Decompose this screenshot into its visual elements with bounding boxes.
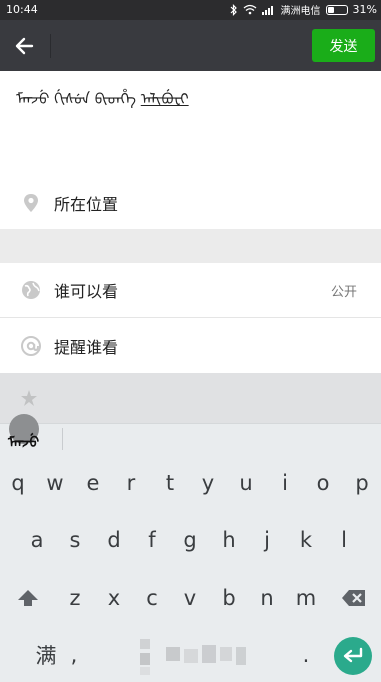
key-x[interactable]: x	[96, 570, 132, 626]
backspace-key[interactable]	[336, 570, 372, 626]
key-j[interactable]: j	[249, 512, 285, 568]
key-d[interactable]: d	[96, 512, 132, 568]
key-z[interactable]: z	[57, 570, 93, 626]
section-gap	[0, 229, 381, 263]
key-a[interactable]: a	[19, 512, 55, 568]
candidate-word[interactable]: ᠮᠠᠨᠵᡠ	[8, 428, 39, 452]
key-q[interactable]: q	[0, 455, 36, 511]
battery-percent: 31%	[352, 3, 377, 16]
send-button[interactable]: 发送	[312, 29, 375, 62]
remind-label: 提醒谁看	[54, 337, 119, 357]
carrier-name: 满洲电信	[280, 6, 321, 17]
shift-icon	[18, 590, 38, 606]
composed-text-part2: ᠠᠯᡳᠪᡠᡶᡳ	[140, 90, 189, 108]
nav-bar: 发送	[0, 20, 381, 71]
key-c[interactable]: c	[134, 570, 170, 626]
key-row-3: z x c v b n m	[0, 570, 381, 626]
key-t[interactable]: t	[152, 455, 188, 511]
period-key[interactable]: .	[288, 627, 324, 682]
enter-button[interactable]	[334, 637, 372, 675]
key-r[interactable]: r	[113, 455, 149, 511]
key-g[interactable]: g	[172, 512, 208, 568]
key-row-2: a s d f g h j k l	[0, 512, 381, 568]
compose-text-area[interactable]: ᠮᠠᠨᠵᡠ ᡤᡳᠰᡠᠨ ᠪᡳᡨᡥᡝ ᠠᠯᡳᠪᡠᡶᡳ	[0, 71, 381, 176]
composed-text: ᠮᠠᠨᠵᡠ ᡤᡳᠰᡠᠨ ᠪᡳᡨᡥᡝ ᠠᠯᡳᠪᡠᡶᡳ	[16, 83, 189, 109]
composed-text-part1: ᠮᠠᠨᠵᡠ ᡤᡳᠰᡠᠨ ᠪᡳᡨᡥᡝ	[16, 90, 136, 108]
privacy-value: 公开	[330, 284, 357, 300]
back-button[interactable]	[10, 31, 40, 61]
bluetooth-icon	[230, 3, 237, 16]
nav-divider	[50, 34, 51, 58]
space-key[interactable]	[138, 637, 246, 677]
key-k[interactable]: k	[288, 512, 324, 568]
key-v[interactable]: v	[172, 570, 208, 626]
key-y[interactable]: y	[190, 455, 226, 511]
at-sign-icon	[21, 335, 41, 356]
key-e[interactable]: e	[75, 455, 111, 511]
wifi-icon	[243, 4, 256, 15]
key-row-1: q w e r t y u i o p	[0, 455, 381, 511]
key-m[interactable]: m	[288, 570, 324, 626]
key-l[interactable]: l	[326, 512, 362, 568]
key-f[interactable]: f	[134, 512, 170, 568]
enter-icon	[343, 647, 363, 663]
key-s[interactable]: s	[57, 512, 93, 568]
backspace-icon	[342, 590, 365, 606]
key-u[interactable]: u	[228, 455, 264, 511]
status-bar: 10:44 满洲电信 31%	[0, 0, 381, 20]
key-h[interactable]: h	[211, 512, 247, 568]
status-time: 10:44	[6, 3, 38, 16]
comma-key[interactable]: ,	[56, 627, 92, 682]
remind-row[interactable]: 提醒谁看	[0, 318, 381, 373]
globe-icon	[22, 281, 40, 299]
star-icon	[21, 390, 37, 406]
privacy-row[interactable]: 谁可以看 公开	[0, 263, 381, 318]
battery-icon	[325, 4, 348, 15]
key-p[interactable]: p	[344, 455, 380, 511]
key-b[interactable]: b	[211, 570, 247, 626]
key-i[interactable]: i	[267, 455, 303, 511]
back-arrow-icon	[15, 37, 34, 55]
section-gap-lower	[0, 373, 381, 423]
key-w[interactable]: w	[37, 455, 73, 511]
location-pin-icon	[24, 193, 38, 212]
shift-key[interactable]	[10, 570, 46, 626]
location-row[interactable]: 所在位置	[0, 176, 381, 229]
signal-icon	[261, 5, 273, 15]
location-label: 所在位置	[54, 194, 119, 214]
status-right: 满洲电信 31%	[230, 2, 377, 17]
candidate-divider	[62, 428, 63, 450]
privacy-label: 谁可以看	[54, 282, 119, 301]
key-n[interactable]: n	[249, 570, 285, 626]
candidate-bar: ᠮᠠᠨᠵᡠ	[0, 414, 381, 455]
key-o[interactable]: o	[305, 455, 341, 511]
